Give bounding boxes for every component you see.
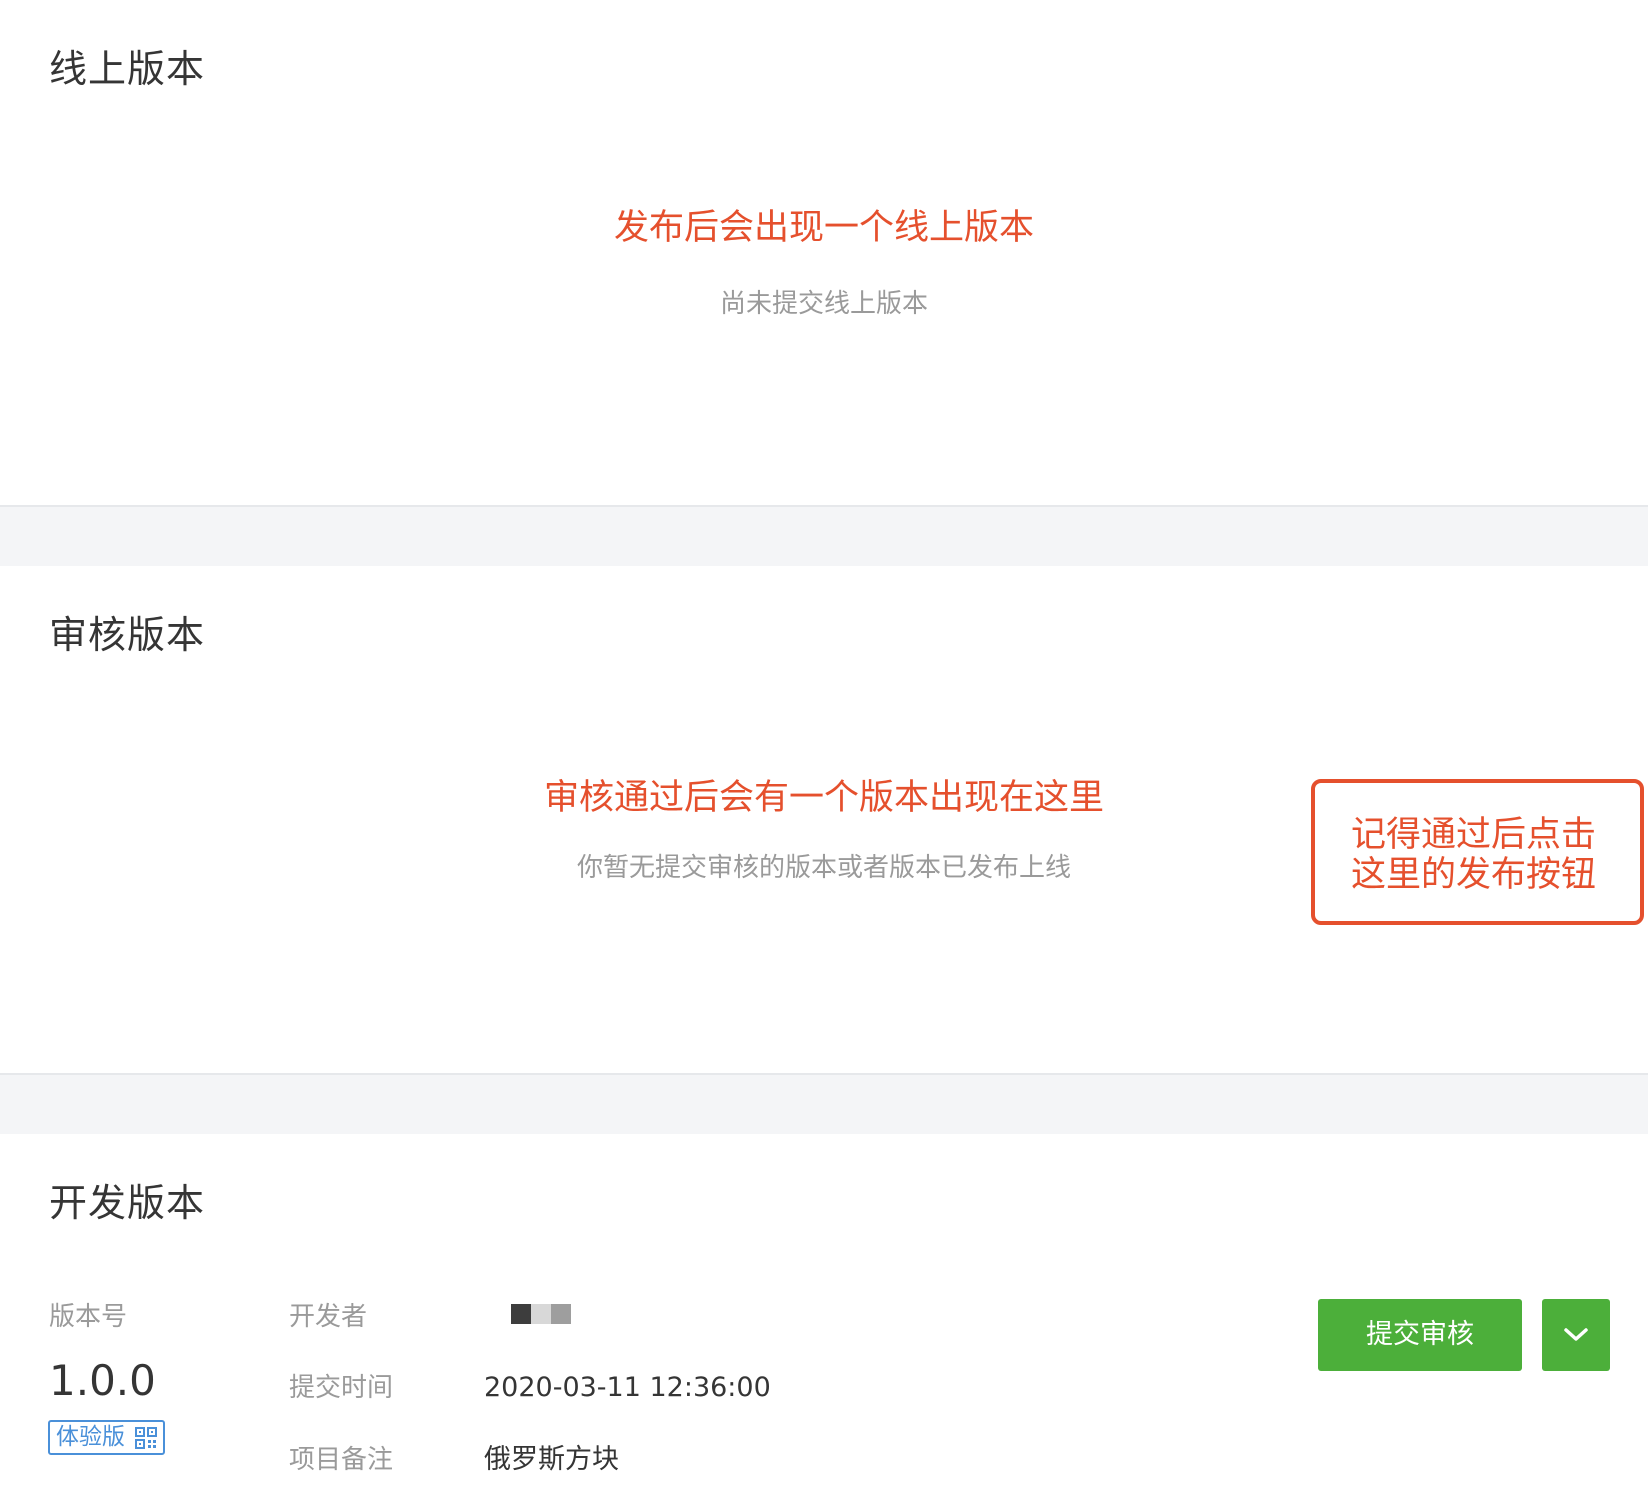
chevron-down-icon bbox=[1564, 1328, 1588, 1341]
qrcode-icon[interactable] bbox=[135, 1426, 157, 1449]
online-version-empty-text: 尚未提交线上版本 bbox=[719, 289, 928, 319]
project-remark-label: 项目备注 bbox=[289, 1445, 394, 1475]
submit-review-button[interactable]: 提交审核 bbox=[1318, 1299, 1522, 1371]
review-version-title: 审核版本 bbox=[49, 613, 206, 657]
version-number-label: 版本号 bbox=[49, 1302, 128, 1332]
trial-version-label: 体验版 bbox=[56, 1424, 125, 1450]
submit-time-label: 提交时间 bbox=[289, 1373, 394, 1403]
dev-version-section: 开发版本 版本号 1.0.0 体验版 开发者 提交时间 2020-03-11 1… bbox=[0, 1134, 1648, 1498]
version-number-value: 1.0.0 bbox=[49, 1356, 156, 1405]
page: 线上版本 发布后会出现一个线上版本 尚未提交线上版本 审核版本 审核通过后会有一… bbox=[0, 0, 1648, 1498]
review-version-section: 审核版本 审核通过后会有一个版本出现在这里 你暂无提交审核的版本或者版本已发布上… bbox=[0, 566, 1648, 1075]
more-actions-button[interactable] bbox=[1542, 1299, 1610, 1371]
online-version-annotation: 发布后会出现一个线上版本 bbox=[613, 208, 1034, 248]
online-version-section: 线上版本 发布后会出现一个线上版本 尚未提交线上版本 bbox=[0, 0, 1648, 507]
developer-avatar bbox=[511, 1304, 573, 1324]
trial-version-badge[interactable]: 体验版 bbox=[48, 1420, 165, 1455]
dev-version-title: 开发版本 bbox=[49, 1181, 206, 1225]
online-version-title: 线上版本 bbox=[49, 47, 206, 91]
publish-hint-callout: 记得通过后点击 这里的发布按钮 bbox=[1311, 779, 1644, 925]
callout-line-2: 这里的发布按钮 bbox=[1351, 855, 1597, 895]
developer-label: 开发者 bbox=[289, 1302, 368, 1332]
callout-line-1: 记得通过后点击 bbox=[1351, 815, 1597, 855]
submit-time-value: 2020-03-11 12:36:00 bbox=[484, 1372, 771, 1403]
project-remark-value: 俄罗斯方块 bbox=[484, 1444, 619, 1475]
